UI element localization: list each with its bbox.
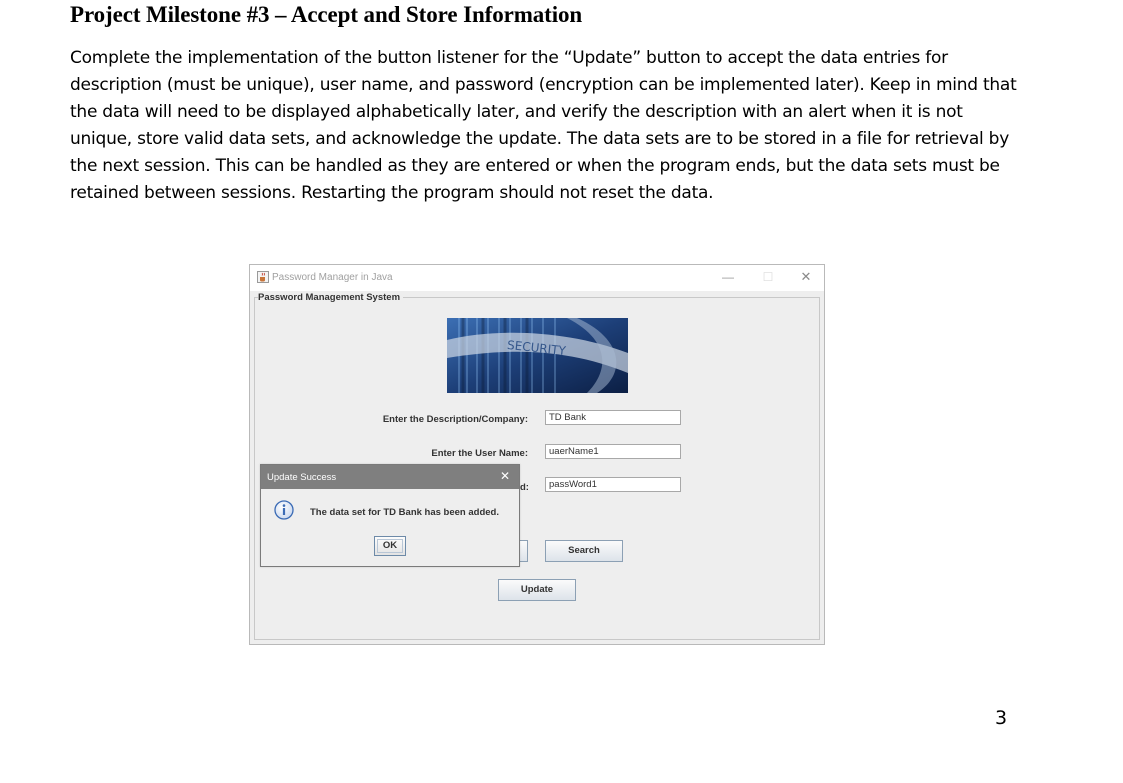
panel-title: Password Management System xyxy=(258,292,404,303)
page-number: 3 xyxy=(995,707,1008,729)
username-field[interactable]: uaerName1 xyxy=(545,444,681,459)
update-success-dialog: Update Success ✕ The data set for TD Ban… xyxy=(260,464,520,567)
password-label: d: xyxy=(520,482,529,493)
password-field[interactable]: passWord1 xyxy=(545,477,681,492)
update-button[interactable]: Update xyxy=(498,579,576,601)
maximize-icon[interactable]: ☐ xyxy=(758,269,778,285)
dialog-message: The data set for TD Bank has been added. xyxy=(310,507,499,518)
minimize-icon[interactable]: — xyxy=(718,269,738,285)
security-banner-image: SECURITY xyxy=(447,318,628,393)
search-button[interactable]: Search xyxy=(545,540,623,562)
java-cup-icon xyxy=(257,271,269,283)
dialog-title: Update Success xyxy=(267,472,337,483)
window-titlebar: Password Manager in Java — ☐ ✕ xyxy=(250,265,824,291)
username-label: Enter the User Name: xyxy=(431,448,528,459)
document-paragraph: Complete the implementation of the butto… xyxy=(70,48,1017,203)
info-icon xyxy=(274,500,294,520)
dialog-titlebar: Update Success ✕ xyxy=(261,465,519,489)
password-manager-window: Password Manager in Java — ☐ ✕ Password … xyxy=(249,264,825,645)
close-icon[interactable]: ✕ xyxy=(796,269,816,285)
description-field[interactable]: TD Bank xyxy=(545,410,681,425)
ok-button[interactable]: OK xyxy=(374,536,406,556)
document-title: Project Milestone #3 – Accept and Store … xyxy=(70,2,583,27)
window-title: Password Manager in Java xyxy=(272,272,393,283)
description-label: Enter the Description/Company: xyxy=(382,414,528,425)
dialog-close-icon[interactable]: ✕ xyxy=(500,469,510,483)
